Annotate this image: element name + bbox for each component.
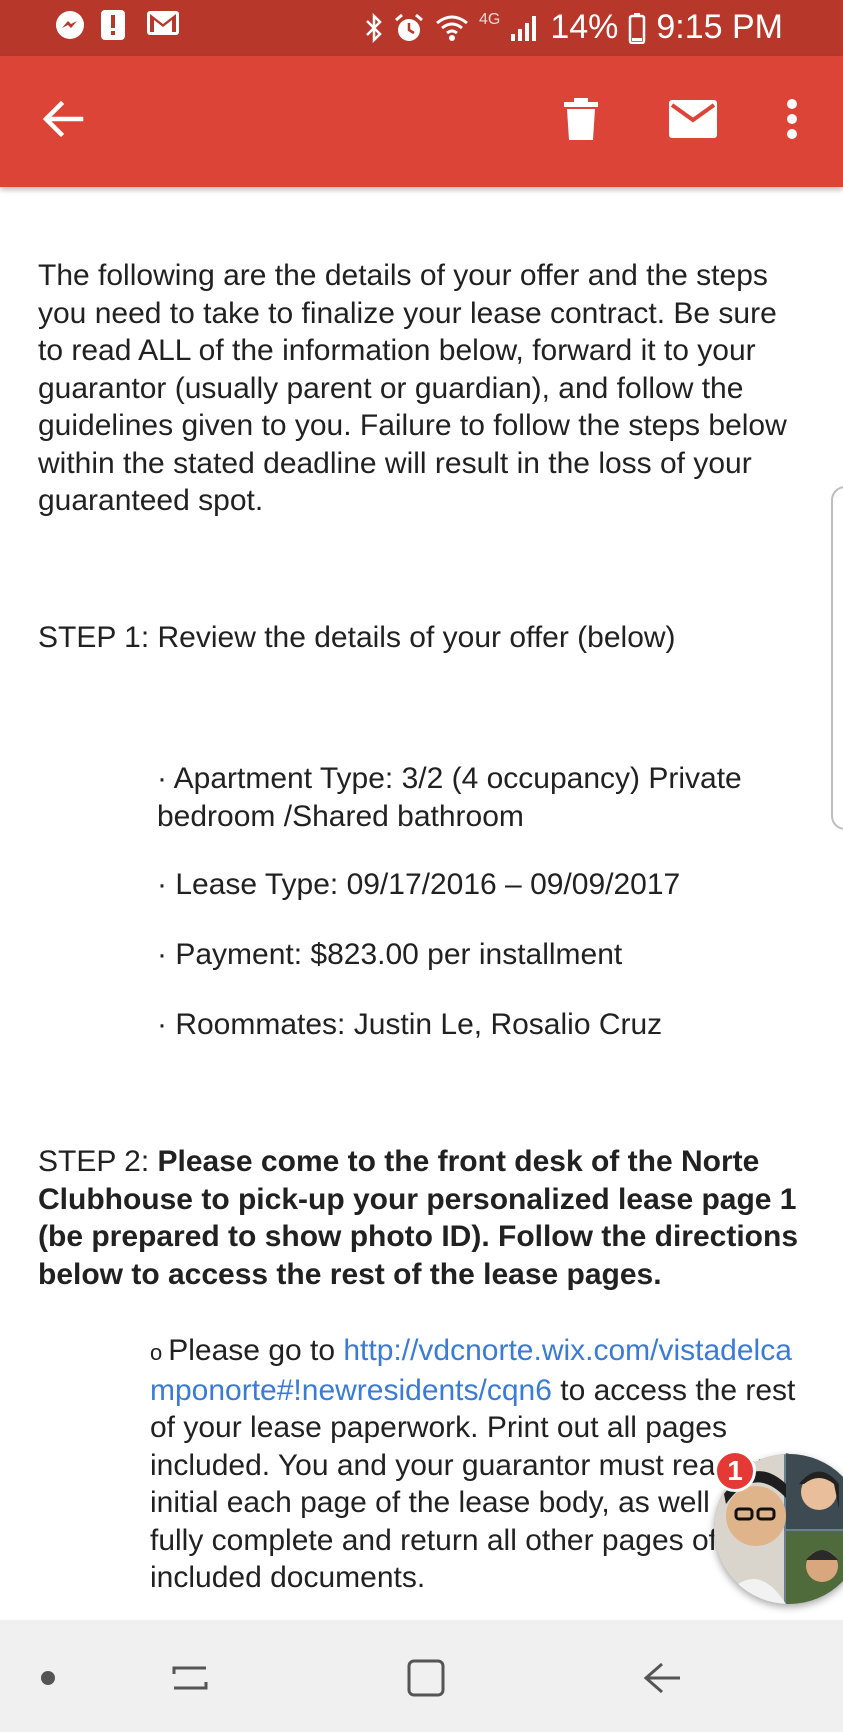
home-button[interactable] xyxy=(396,1650,456,1710)
alarm-icon xyxy=(393,12,425,44)
mail-icon xyxy=(669,99,717,143)
notification-icons xyxy=(54,9,179,41)
navigation-bar xyxy=(0,1620,843,1732)
gmail-icon xyxy=(146,9,179,41)
back-arrow-icon xyxy=(41,99,85,144)
step1-heading: STEP 1: Review the details of your offer… xyxy=(38,621,676,654)
email-toolbar xyxy=(0,56,843,187)
more-vert-icon xyxy=(786,98,798,144)
signal-icon xyxy=(510,14,540,42)
edge-panel-handle[interactable] xyxy=(831,486,843,830)
home-icon xyxy=(406,1658,446,1703)
trash-icon xyxy=(563,97,599,146)
battery-icon xyxy=(628,12,646,44)
clock: 9:15 PM xyxy=(656,8,783,46)
recents-icon xyxy=(170,1660,210,1701)
email-body[interactable]: The following are the details of your of… xyxy=(0,187,843,1620)
alert-icon xyxy=(100,9,132,41)
bluetooth-icon xyxy=(365,12,383,43)
sub-text-before: Please go to xyxy=(168,1334,344,1367)
system-back-button[interactable] xyxy=(632,1650,692,1710)
lease-paperwork-instructions: o Please go to http://vdcnorte.wix.com/vi… xyxy=(150,1332,810,1597)
more-options-button[interactable] xyxy=(757,86,827,156)
list-item-apartment-type: · Apartment Type: 3/2 (4 occupancy) Priv… xyxy=(157,762,742,833)
intro-paragraph: The following are the details of your of… xyxy=(38,259,787,517)
network-type: 4G xyxy=(478,10,501,28)
unread-count-badge: 1 xyxy=(714,1450,756,1492)
back-icon xyxy=(642,1660,682,1701)
status-bar: 4G 14% 9:15 PM xyxy=(0,0,843,56)
step2-paragraph: STEP 2: Please come to the front desk of… xyxy=(38,1143,808,1293)
messenger-icon xyxy=(54,9,86,41)
wifi-icon xyxy=(435,13,469,43)
nav-dot-button[interactable] xyxy=(18,1650,78,1710)
list-item-lease-type: · Lease Type: 09/17/2016 – 09/09/2017 xyxy=(157,868,681,901)
dot-icon xyxy=(41,1670,55,1690)
mark-unread-button[interactable] xyxy=(658,86,728,156)
status-right: 4G 14% 9:15 PM xyxy=(365,8,783,47)
battery-percent: 14% xyxy=(550,8,619,46)
list-item-payment: · Payment: $823.00 per installment xyxy=(157,938,623,971)
recents-button[interactable] xyxy=(160,1650,220,1710)
sub-bullet-marker: o xyxy=(150,1340,163,1365)
step2-label: STEP 2: xyxy=(38,1145,158,1178)
back-button[interactable] xyxy=(28,86,98,156)
delete-button[interactable] xyxy=(546,86,616,156)
list-item-roommates: · Roommates: Justin Le, Rosalio Cruz xyxy=(157,1008,663,1041)
